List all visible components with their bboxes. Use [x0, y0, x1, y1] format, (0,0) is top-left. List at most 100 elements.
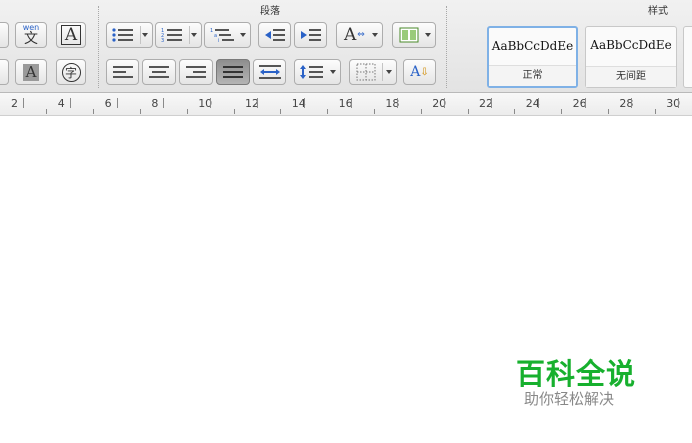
group-separator [446, 6, 447, 88]
style-normal[interactable]: AaBbCcDdEe 正常 [487, 26, 578, 88]
sort-arrow-icon: ⇩ [420, 66, 429, 78]
chevron-down-icon[interactable] [330, 70, 336, 74]
character-shading-button[interactable]: A [15, 59, 47, 85]
text-direction-icon: A [344, 25, 357, 45]
bullets-icon [112, 28, 133, 42]
chevron-down-icon[interactable] [372, 33, 378, 37]
ruler-label: 6 [104, 97, 112, 110]
style-sample: AaBbCcDdEe [491, 39, 574, 53]
ruler-minor-tick [654, 109, 656, 114]
ruler-minor-tick [93, 109, 95, 114]
ruler-tick [678, 98, 680, 108]
character-border-glyph: A [60, 25, 82, 45]
ruler-tick [23, 98, 24, 108]
multilevel-list-icon: 1ai [210, 28, 234, 43]
phonetic-guide-button[interactable]: wen 文 [15, 22, 47, 48]
multilevel-list-button[interactable]: 1ai [204, 22, 251, 48]
align-center-icon [149, 66, 169, 78]
ribbon-toolbar: wen 文 A A 字 段落 123 1ai A ⇔ A ⇩ 样式 AaBbCc… [0, 0, 692, 93]
style-next[interactable] [683, 26, 692, 88]
paragraph-group-title: 段落 [260, 6, 280, 17]
ruler-tick [350, 98, 352, 108]
ruler-tick [537, 98, 539, 108]
ruler-minor-tick [420, 109, 422, 114]
ruler-tick [116, 98, 118, 108]
sort-button[interactable]: A ⇩ [403, 59, 436, 85]
align-right-icon [186, 66, 206, 78]
watermark-title: 百科全说 [516, 357, 637, 391]
line-spacing-icon [300, 65, 323, 79]
svg-text:a: a [214, 33, 217, 39]
justify-icon [223, 66, 243, 78]
enclose-characters-glyph: 字 [61, 62, 81, 82]
columns-button[interactable] [392, 22, 436, 48]
align-center-button[interactable] [142, 59, 176, 85]
phonetic-char: 文 [24, 31, 38, 47]
ruler-minor-tick [280, 109, 282, 114]
decrease-indent-button[interactable] [258, 22, 291, 48]
ruler-tick [584, 98, 586, 108]
watermark-subtitle: 助你轻松解决 [524, 390, 615, 408]
ruler-label: 8 [151, 97, 159, 110]
arrows-icon: ⇔ [357, 30, 365, 40]
style-name: 无间距 [586, 66, 676, 87]
distributed-button[interactable] [253, 59, 286, 85]
increase-indent-button[interactable] [294, 22, 327, 48]
ruler-tick [257, 98, 258, 108]
ruler-minor-tick [327, 109, 329, 114]
character-border-button[interactable]: A [56, 22, 86, 48]
text-direction-button[interactable]: A ⇔ [336, 22, 383, 48]
svg-text:1: 1 [210, 28, 213, 34]
borders-button[interactable] [349, 59, 397, 85]
distributed-icon [258, 65, 281, 79]
ruler-minor-tick [186, 109, 188, 114]
borders-icon [356, 63, 376, 81]
horizontal-ruler[interactable]: 2 4 6 8 10 12 14 16 18 20 22 24 26 28 30 [0, 93, 692, 116]
ruler-minor-tick [561, 109, 563, 114]
chevron-down-icon[interactable] [142, 33, 148, 37]
ruler-minor-tick [140, 109, 141, 114]
ruler-tick [491, 98, 492, 108]
svg-text:i: i [218, 38, 219, 43]
align-left-button[interactable] [106, 59, 139, 85]
ruler-tick [444, 98, 446, 108]
style-sample: AaBbCcDdEe [590, 38, 672, 52]
ruler-minor-tick [467, 109, 469, 114]
ruler-minor-tick [374, 109, 375, 114]
group-separator [98, 6, 99, 88]
sort-icon: A [410, 64, 421, 80]
enclose-characters-button[interactable]: 字 [56, 59, 86, 85]
ruler-minor-tick [608, 109, 609, 114]
ruler-tick [210, 98, 212, 108]
ruler-minor-tick [514, 109, 516, 114]
chevron-down-icon[interactable] [240, 33, 246, 37]
svg-text:3: 3 [161, 38, 164, 43]
decrease-indent-icon [264, 29, 285, 41]
ruler-minor-tick [46, 109, 48, 114]
increase-indent-icon [300, 29, 321, 41]
chevron-down-icon[interactable] [386, 70, 392, 74]
phonetic-guide-button[interactable] [0, 22, 9, 48]
ruler-label: 4 [57, 97, 65, 110]
numbering-button[interactable]: 123 [155, 22, 202, 48]
columns-icon [399, 27, 419, 43]
ruler-tick [69, 98, 71, 108]
ruler-tick [163, 98, 165, 108]
character-shading-glyph: A [22, 63, 40, 81]
ruler-minor-tick [233, 109, 235, 114]
styles-group-title: 样式 [648, 6, 668, 17]
chevron-down-icon[interactable] [425, 33, 431, 37]
bullets-button[interactable] [106, 22, 153, 48]
ruler-label: 2 [11, 97, 18, 110]
font-row2-button[interactable] [0, 59, 9, 85]
align-left-icon [112, 66, 133, 78]
ruler-tick [631, 98, 633, 108]
chevron-down-icon[interactable] [191, 33, 197, 37]
align-right-button[interactable] [179, 59, 213, 85]
ruler-tick [397, 98, 399, 108]
style-no-spacing[interactable]: AaBbCcDdEe 无间距 [585, 26, 677, 88]
ruler-tick [303, 98, 305, 108]
justify-button[interactable] [216, 59, 250, 85]
line-spacing-button[interactable] [294, 59, 341, 85]
style-name: 正常 [489, 65, 576, 86]
